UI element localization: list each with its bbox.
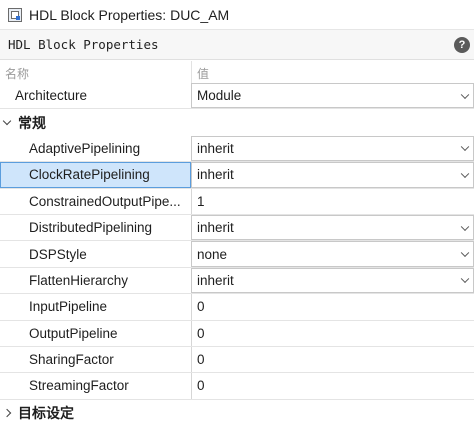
chevron-right-icon[interactable]: [2, 408, 12, 418]
property-name[interactable]: ConstrainedOutputPipe...: [0, 189, 191, 214]
column-divider[interactable]: [191, 61, 192, 83]
property-row-outputpipeline[interactable]: OutputPipeline 0: [0, 320, 474, 347]
property-value-text: 0: [197, 378, 205, 394]
property-value-field[interactable]: 0: [191, 320, 474, 346]
property-value-text: 0: [197, 325, 205, 341]
category-label: 常规: [18, 114, 46, 131]
property-row-inputpipeline[interactable]: InputPipeline 0: [0, 294, 474, 321]
chevron-down-icon[interactable]: [460, 248, 470, 258]
chevron-down-icon[interactable]: [460, 169, 470, 178]
title-bar: HDL Block Properties: DUC_AM: [0, 0, 474, 30]
help-question-icon[interactable]: ?: [454, 36, 470, 53]
column-header-value: 值: [197, 67, 210, 81]
property-value-dropdown[interactable]: inherit: [191, 214, 474, 241]
chevron-down-icon[interactable]: [460, 143, 470, 152]
property-value-field[interactable]: 0: [191, 346, 474, 373]
property-name[interactable]: DSPStyle: [0, 241, 191, 266]
chevron-down-icon[interactable]: [460, 90, 470, 99]
column-header-name: 名称: [5, 67, 30, 81]
property-value-dropdown[interactable]: none: [191, 241, 474, 267]
property-value-text: 1: [197, 193, 205, 209]
block-properties-app-icon: [8, 7, 22, 22]
property-row-adaptivepipelining[interactable]: AdaptivePipelining inherit: [0, 135, 474, 163]
property-name[interactable]: DistributedPipelining: [0, 215, 191, 240]
chevron-down-icon[interactable]: [460, 274, 470, 284]
property-name[interactable]: SharingFactor: [0, 347, 191, 372]
property-name[interactable]: InputPipeline: [0, 294, 191, 319]
property-value-dropdown[interactable]: inherit: [191, 267, 474, 294]
property-name[interactable]: Architecture: [0, 83, 191, 108]
property-grid: Architecture Module 常规 AdaptivePipelining in…: [0, 83, 474, 426]
category-label: 目标设定: [18, 404, 74, 421]
property-row-streamingfactor[interactable]: StreamingFactor 0: [0, 373, 474, 400]
property-value-text: 0: [197, 299, 205, 315]
category-row[interactable]: 目标设定: [0, 400, 474, 426]
dialog-heading: HDL Block Properties: [8, 37, 159, 52]
dialog-header: HDL Block Properties ?: [0, 30, 474, 60]
property-name[interactable]: AdaptivePipelining: [0, 136, 191, 161]
chevron-down-icon[interactable]: [2, 116, 12, 126]
property-row-architecture[interactable]: Architecture Module: [0, 83, 474, 110]
property-value-dropdown[interactable]: inherit: [191, 162, 474, 188]
property-value-text: inherit: [197, 220, 234, 236]
property-row-distributedpipelining[interactable]: DistributedPipelining inherit: [0, 214, 474, 242]
property-row-sharingfactor[interactable]: SharingFactor 0: [0, 346, 474, 374]
property-value-text: inherit: [197, 272, 234, 288]
property-grid-header: 名称 值: [0, 61, 474, 83]
property-value-text: 0: [197, 352, 205, 368]
property-value-field[interactable]: 1: [191, 188, 474, 214]
property-value-dropdown[interactable]: inherit: [191, 135, 474, 162]
property-name[interactable]: ClockRatePipelining: [0, 162, 191, 188]
property-row-flattenhierarchy[interactable]: FlattenHierarchy inherit: [0, 267, 474, 295]
property-name[interactable]: FlattenHierarchy: [0, 268, 191, 293]
property-value-text: inherit: [197, 167, 234, 183]
property-value-text: none: [197, 246, 228, 262]
property-value-field[interactable]: 0: [191, 294, 474, 320]
property-value-text: Module: [197, 88, 242, 104]
property-value-text: inherit: [197, 140, 234, 156]
property-value-field[interactable]: 0: [191, 373, 474, 399]
category-row[interactable]: 常规: [0, 109, 474, 135]
category-header[interactable]: 目标设定: [0, 400, 474, 426]
property-row-constrainedoutputpipe[interactable]: ConstrainedOutputPipe... 1: [0, 188, 474, 215]
property-row-clockratepipelining[interactable]: ClockRatePipelining inherit: [0, 162, 474, 189]
window-title: HDL Block Properties: DUC_AM: [29, 6, 230, 23]
category-header[interactable]: 常规: [0, 109, 474, 135]
property-row-dspstyle[interactable]: DSPStyle none: [0, 241, 474, 268]
property-value-dropdown[interactable]: Module: [191, 83, 474, 109]
property-name[interactable]: StreamingFactor: [0, 373, 191, 398]
chevron-down-icon[interactable]: [460, 222, 470, 231]
property-name[interactable]: OutputPipeline: [0, 321, 191, 346]
